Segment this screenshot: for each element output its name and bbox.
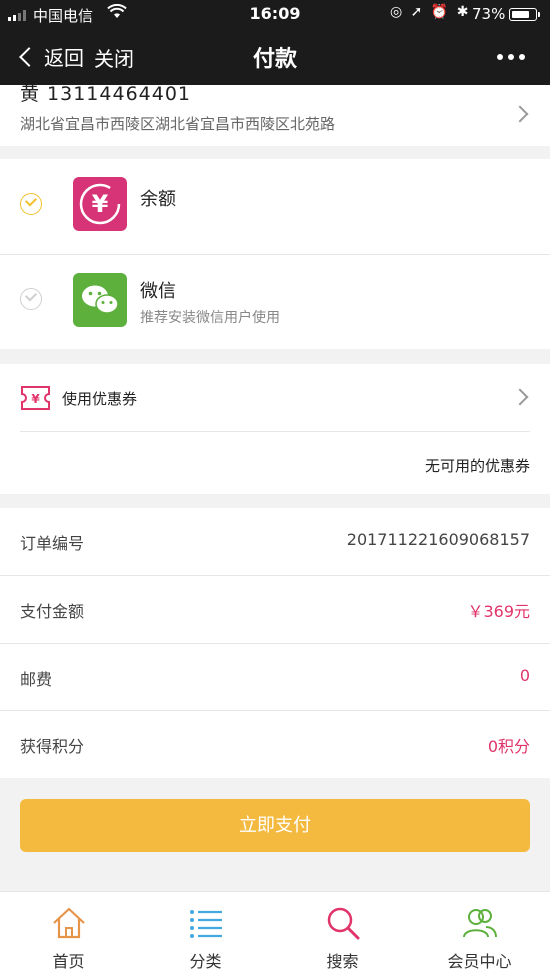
svg-text:¥: ¥ (92, 190, 109, 218)
payment-methods: ¥ 余额 微信 推荐安装微信用户使用 (0, 159, 550, 349)
wechat-icon (73, 273, 127, 327)
payment-title: 微信 (140, 281, 176, 302)
payment-option-balance[interactable]: ¥ 余额 (0, 159, 550, 254)
shipping-row: 邮费 0 (0, 644, 550, 712)
tab-category[interactable]: 分类 (137, 892, 274, 979)
radio-unchecked-icon[interactable] (20, 288, 42, 310)
shipping-value: 0 (519, 666, 530, 685)
tab-home[interactable]: 首页 (0, 892, 137, 979)
svg-text:¥: ¥ (31, 392, 40, 406)
shipping-label: 邮费 (20, 670, 53, 689)
order-info: 订单编号 20171122160906815​7 支付金额 ￥369元 邮费 0… (0, 508, 550, 778)
member-icon (462, 906, 498, 940)
payment-subtitle: 推荐安装微信用户使用 (140, 310, 280, 326)
tab-label: 分类 (189, 952, 222, 971)
order-number-row: 订单编号 20171122160906815​7 (0, 508, 550, 576)
payment-title: 余额 (140, 189, 176, 210)
chevron-right-icon (511, 388, 529, 406)
address-line: 湖北省宜昌市西陵区湖北省宜昌市西陵区北苑路 (20, 115, 336, 133)
coupon-label: 使用优惠券 (62, 390, 138, 408)
tab-search[interactable]: 搜索 (274, 892, 411, 979)
tab-label: 会员中心 (447, 952, 512, 971)
top-bar: 中国电信 16:09 ◎ ➚ ⏰ ✱ 73% 返回 关闭 付款 (0, 0, 550, 85)
yuan-balance-icon: ¥ (73, 177, 127, 231)
radio-checked-icon[interactable] (20, 193, 42, 215)
status-bar: 中国电信 16:09 ◎ ➚ ⏰ ✱ 73% (0, 0, 550, 30)
bottom-tab-bar: 首页 分类 搜索 会员中心 (0, 891, 550, 979)
divider (20, 431, 530, 432)
chevron-right-icon (511, 105, 529, 123)
recipient-name-phone: 黄 13114464401 (20, 85, 192, 105)
tab-member[interactable]: 会员中心 (411, 892, 548, 979)
coupon-ticket-icon: ¥ (20, 384, 51, 416)
search-icon (325, 906, 361, 940)
tab-label: 首页 (52, 952, 85, 971)
pay-amount-label: 支付金额 (20, 602, 85, 621)
coupon-section[interactable]: ¥ 使用优惠券 无可用的优惠券 (0, 364, 550, 494)
points-value: 0积分 (487, 737, 530, 756)
list-icon (188, 906, 224, 940)
nav-bar: 返回 关闭 付款 (0, 30, 550, 85)
home-icon (51, 906, 87, 940)
address-section[interactable]: 黄 13114464401 湖北省宜昌市西陵区湖北省宜昌市西陵区北苑路 (0, 85, 550, 146)
more-menu-button[interactable] (497, 54, 525, 60)
battery-percent: 73% (472, 5, 506, 23)
status-icons: ◎ ➚ ⏰ ✱ (390, 4, 471, 20)
pay-now-button[interactable]: 立即支付 (20, 799, 530, 852)
payment-option-wechat[interactable]: 微信 推荐安装微信用户使用 (0, 255, 550, 350)
page-title: 付款 (252, 47, 297, 72)
tab-label: 搜索 (326, 952, 359, 971)
pay-amount-row: 支付金额 ￥369元 (0, 576, 550, 644)
pay-amount-value: ￥369元 (467, 602, 530, 621)
order-number-value: 20171122160906815​7 (346, 530, 530, 549)
points-label: 获得积分 (20, 737, 85, 756)
coupon-status: 无可用的优惠券 (424, 457, 530, 475)
battery-icon (509, 8, 540, 21)
points-row: 获得积分 0积分 (0, 711, 550, 779)
order-number-label: 订单编号 (20, 534, 85, 553)
